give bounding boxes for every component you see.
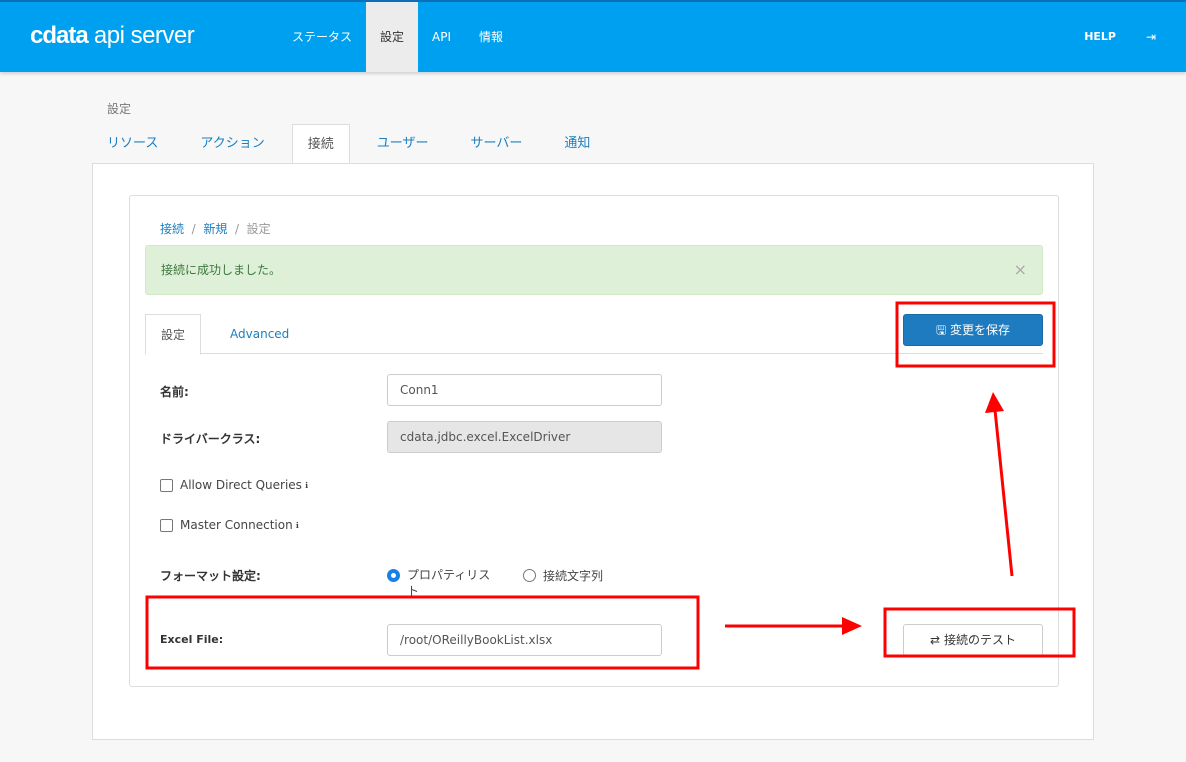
tab-actions[interactable]: アクション [185, 124, 279, 164]
test-label: 接続のテスト [943, 633, 1016, 647]
tab-resources[interactable]: リソース [92, 124, 173, 164]
radio-connection-string[interactable]: 接続文字列 [523, 567, 603, 584]
connection-breadcrumb: 接続 / 新規 / 設定 [160, 222, 271, 236]
top-navbar: cdata api server ステータス 設定 API 情報 HELP ⇥ [0, 0, 1186, 72]
help-link[interactable]: HELP [1084, 2, 1116, 72]
alert-message: 接続に成功しました。 [161, 263, 282, 277]
master-connection-checkbox[interactable]: Master Connection ℹ [160, 518, 299, 532]
breadcrumb-current: 設定 [246, 222, 271, 236]
tab-notifications[interactable]: 通知 [549, 124, 605, 164]
checkbox[interactable] [160, 478, 173, 492]
info-icon[interactable]: ℹ [305, 481, 308, 490]
close-icon[interactable]: × [1014, 246, 1027, 294]
radio-unselected[interactable] [523, 569, 536, 582]
nav-info[interactable]: 情報 [465, 2, 517, 72]
radio-label: 接続文字列 [543, 569, 604, 583]
format-label: フォーマット設定: [160, 569, 261, 583]
radio-property-list[interactable]: プロパティリスト [387, 567, 497, 599]
save-label: 変更を保存 [950, 323, 1011, 337]
subtab-settings[interactable]: 設定 [145, 314, 202, 355]
test-connection-button[interactable]: ⇄ 接続のテスト [903, 624, 1043, 656]
radio-selected[interactable] [387, 569, 400, 582]
cdata-logo[interactable]: cdata api server [30, 22, 195, 50]
tab-users[interactable]: ユーザー [362, 124, 444, 164]
checkbox[interactable] [160, 518, 173, 532]
allow-direct-queries-checkbox[interactable]: Allow Direct Queries ℹ [160, 478, 308, 492]
name-input[interactable]: Conn1 [387, 374, 662, 406]
settings-panel: 接続 / 新規 / 設定 接続に成功しました。 × 設定 Advanced 🖫 … [92, 163, 1094, 740]
main-nav: ステータス 設定 API 情報 [278, 2, 517, 72]
floppy-disk-icon: 🖫 [935, 323, 947, 337]
tab-connections[interactable]: 接続 [291, 124, 350, 164]
settings-tabs: リソース アクション 接続 ユーザー サーバー 通知 [92, 124, 617, 164]
nav-status[interactable]: ステータス [278, 2, 366, 72]
driver-class-label: ドライバークラス: [160, 432, 261, 446]
breadcrumb-new[interactable]: 新規 [203, 222, 227, 236]
save-changes-button[interactable]: 🖫 変更を保存 [903, 314, 1043, 346]
info-icon[interactable]: ℹ [296, 521, 299, 530]
subtab-advanced[interactable]: Advanced [215, 314, 304, 353]
nav-api[interactable]: API [418, 2, 465, 72]
master-connection-label: Master Connection [180, 518, 293, 532]
exchange-icon: ⇄ [930, 633, 941, 647]
connection-card: 接続 / 新規 / 設定 接続に成功しました。 × 設定 Advanced 🖫 … [129, 195, 1059, 687]
sign-out-icon[interactable]: ⇥ [1146, 2, 1156, 72]
excel-file-input[interactable]: /root/OReillyBookList.xlsx [387, 624, 662, 656]
name-label: 名前: [160, 385, 189, 399]
driver-class-input: cdata.jdbc.excel.ExcelDriver [387, 421, 662, 453]
nav-settings[interactable]: 設定 [366, 2, 419, 72]
allow-direct-label: Allow Direct Queries [180, 478, 302, 492]
page-breadcrumb: 設定 [107, 102, 132, 116]
breadcrumb-connections[interactable]: 接続 [160, 222, 184, 236]
radio-label: プロパティリスト [407, 568, 491, 598]
excel-file-label: Excel File: [160, 633, 224, 646]
tab-server[interactable]: サーバー [455, 124, 537, 164]
success-alert: 接続に成功しました。 × [145, 245, 1043, 295]
